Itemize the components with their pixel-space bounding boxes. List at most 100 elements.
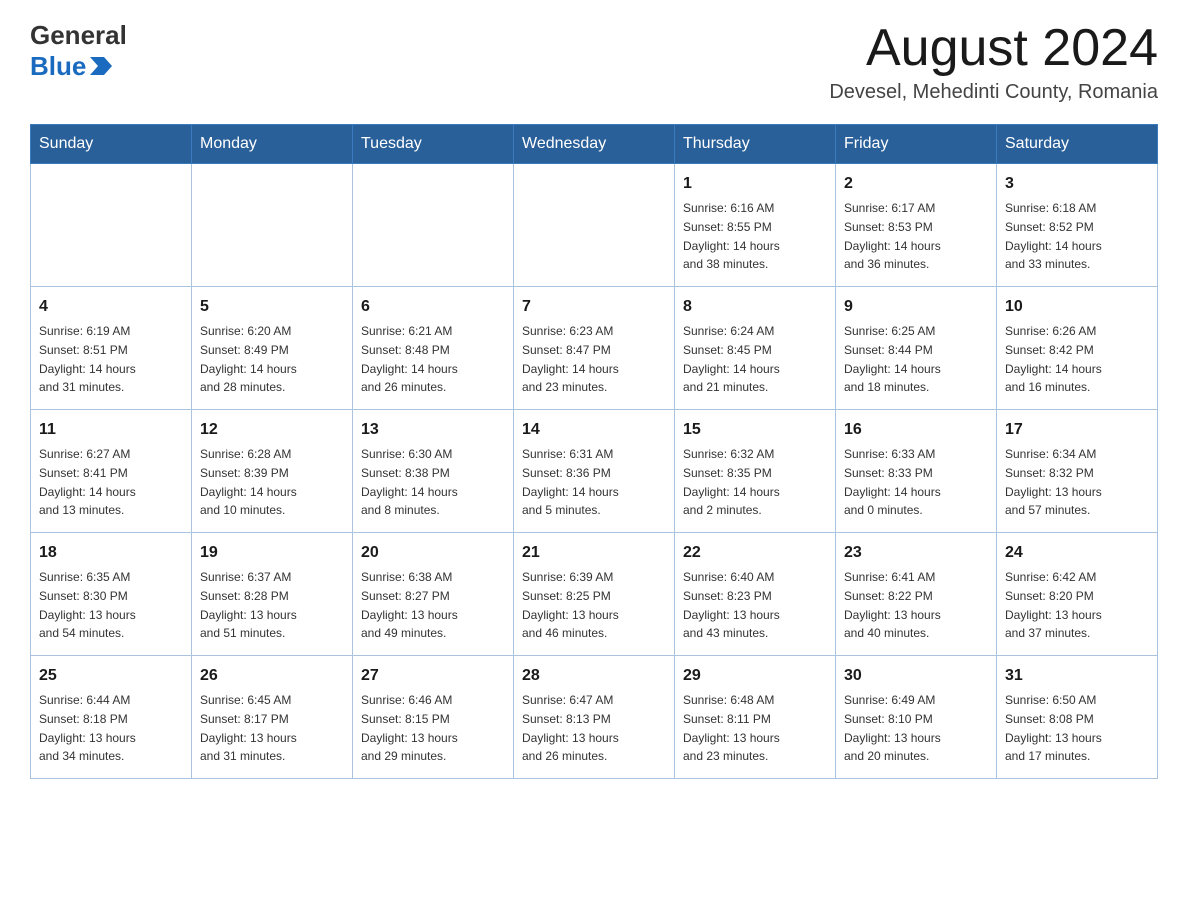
- calendar-header-row: SundayMondayTuesdayWednesdayThursdayFrid…: [31, 125, 1158, 164]
- calendar-cell: 21Sunrise: 6:39 AM Sunset: 8:25 PM Dayli…: [514, 533, 675, 656]
- calendar-week-row: 4Sunrise: 6:19 AM Sunset: 8:51 PM Daylig…: [31, 287, 1158, 410]
- day-number: 11: [39, 418, 183, 442]
- day-info: Sunrise: 6:35 AM Sunset: 8:30 PM Dayligh…: [39, 570, 136, 640]
- calendar-day-header: Saturday: [997, 125, 1158, 164]
- calendar-cell: 2 Sunrise: 6:17 AM Sunset: 8:53 PM Daylig…: [836, 164, 997, 287]
- calendar-day-header: Monday: [192, 125, 353, 164]
- day-info: Sunrise: 6:34 AM Sunset: 8:32 PM Dayligh…: [1005, 447, 1102, 517]
- calendar-cell: 1 Sunrise: 6:16 AM Sunset: 8:55 PM Daylig…: [675, 164, 836, 287]
- day-info: Sunrise: 6:38 AM Sunset: 8:27 PM Dayligh…: [361, 570, 458, 640]
- calendar-cell: 12 Sunrise: 6:28 AM Sunset: 8:39 PM Dayli…: [192, 410, 353, 533]
- calendar-cell: 9Sunrise: 6:25 AM Sunset: 8:44 PM Daylig…: [836, 287, 997, 410]
- calendar-cell: 30 Sunrise: 6:49 AM Sunset: 8:10 PM Dayli…: [836, 656, 997, 779]
- day-number: 26: [200, 664, 344, 688]
- calendar-cell: [192, 164, 353, 287]
- calendar-cell: 11Sunrise: 6:27 AM Sunset: 8:41 PM Dayli…: [31, 410, 192, 533]
- day-number: 24: [1005, 541, 1149, 565]
- day-info: Sunrise: 6:23 AM Sunset: 8:47 PM Dayligh…: [522, 324, 619, 394]
- calendar-day-header: Sunday: [31, 125, 192, 164]
- calendar-cell: 27 Sunrise: 6:46 AM Sunset: 8:15 PM Dayli…: [353, 656, 514, 779]
- calendar-cell: 24 Sunrise: 6:42 AM Sunset: 8:20 PM Dayli…: [997, 533, 1158, 656]
- day-info: Sunrise: 6:39 AM Sunset: 8:25 PM Dayligh…: [522, 570, 619, 640]
- day-info: Sunrise: 6:30 AM Sunset: 8:38 PM Dayligh…: [361, 447, 458, 517]
- day-info: Sunrise: 6:20 AM Sunset: 8:49 PM Dayligh…: [200, 324, 297, 394]
- calendar-cell: 10 Sunrise: 6:26 AM Sunset: 8:42 PM Dayli…: [997, 287, 1158, 410]
- day-number: 16: [844, 418, 988, 442]
- day-info: Sunrise: 6:19 AM Sunset: 8:51 PM Dayligh…: [39, 324, 136, 394]
- day-number: 23: [844, 541, 988, 565]
- calendar-week-row: 18Sunrise: 6:35 AM Sunset: 8:30 PM Dayli…: [31, 533, 1158, 656]
- day-number: 10: [1005, 295, 1149, 319]
- day-number: 31: [1005, 664, 1149, 688]
- calendar-cell: 3 Sunrise: 6:18 AM Sunset: 8:52 PM Daylig…: [997, 164, 1158, 287]
- logo-general-text: General: [30, 20, 127, 51]
- calendar-table: SundayMondayTuesdayWednesdayThursdayFrid…: [30, 124, 1158, 779]
- day-number: 30: [844, 664, 988, 688]
- calendar-cell: 18Sunrise: 6:35 AM Sunset: 8:30 PM Dayli…: [31, 533, 192, 656]
- day-number: 1: [683, 172, 827, 196]
- day-info: Sunrise: 6:44 AM Sunset: 8:18 PM Dayligh…: [39, 693, 136, 763]
- calendar-cell: 15Sunrise: 6:32 AM Sunset: 8:35 PM Dayli…: [675, 410, 836, 533]
- location-text: Devesel, Mehedinti County, Romania: [829, 81, 1158, 104]
- day-number: 25: [39, 664, 183, 688]
- day-number: 22: [683, 541, 827, 565]
- day-info: Sunrise: 6:33 AM Sunset: 8:33 PM Dayligh…: [844, 447, 941, 517]
- calendar-cell: 20Sunrise: 6:38 AM Sunset: 8:27 PM Dayli…: [353, 533, 514, 656]
- day-number: 19: [200, 541, 344, 565]
- day-info: Sunrise: 6:17 AM Sunset: 8:53 PM Dayligh…: [844, 201, 941, 271]
- title-section: August 2024 Devesel, Mehedinti County, R…: [829, 20, 1158, 104]
- day-info: Sunrise: 6:40 AM Sunset: 8:23 PM Dayligh…: [683, 570, 780, 640]
- calendar-cell: 23 Sunrise: 6:41 AM Sunset: 8:22 PM Dayli…: [836, 533, 997, 656]
- day-number: 27: [361, 664, 505, 688]
- day-info: Sunrise: 6:42 AM Sunset: 8:20 PM Dayligh…: [1005, 570, 1102, 640]
- calendar-cell: 14 Sunrise: 6:31 AM Sunset: 8:36 PM Dayli…: [514, 410, 675, 533]
- day-info: Sunrise: 6:26 AM Sunset: 8:42 PM Dayligh…: [1005, 324, 1102, 394]
- day-info: Sunrise: 6:50 AM Sunset: 8:08 PM Dayligh…: [1005, 693, 1102, 763]
- day-info: Sunrise: 6:32 AM Sunset: 8:35 PM Dayligh…: [683, 447, 780, 517]
- day-number: 6: [361, 295, 505, 319]
- day-info: Sunrise: 6:37 AM Sunset: 8:28 PM Dayligh…: [200, 570, 297, 640]
- calendar-day-header: Friday: [836, 125, 997, 164]
- day-number: 12: [200, 418, 344, 442]
- calendar-cell: 19 Sunrise: 6:37 AM Sunset: 8:28 PM Dayli…: [192, 533, 353, 656]
- day-number: 14: [522, 418, 666, 442]
- calendar-cell: 25 Sunrise: 6:44 AM Sunset: 8:18 PM Dayli…: [31, 656, 192, 779]
- calendar-week-row: 25 Sunrise: 6:44 AM Sunset: 8:18 PM Dayli…: [31, 656, 1158, 779]
- page-header: General Blue August 2024 Devesel, Mehedi…: [30, 20, 1158, 104]
- calendar-cell: 8Sunrise: 6:24 AM Sunset: 8:45 PM Daylig…: [675, 287, 836, 410]
- calendar-cell: 22 Sunrise: 6:40 AM Sunset: 8:23 PM Dayli…: [675, 533, 836, 656]
- day-info: Sunrise: 6:41 AM Sunset: 8:22 PM Dayligh…: [844, 570, 941, 640]
- calendar-cell: 16 Sunrise: 6:33 AM Sunset: 8:33 PM Dayli…: [836, 410, 997, 533]
- calendar-day-header: Tuesday: [353, 125, 514, 164]
- day-number: 28: [522, 664, 666, 688]
- day-number: 2: [844, 172, 988, 196]
- day-info: Sunrise: 6:21 AM Sunset: 8:48 PM Dayligh…: [361, 324, 458, 394]
- calendar-cell: 31 Sunrise: 6:50 AM Sunset: 8:08 PM Dayli…: [997, 656, 1158, 779]
- day-info: Sunrise: 6:47 AM Sunset: 8:13 PM Dayligh…: [522, 693, 619, 763]
- calendar-cell: 5 Sunrise: 6:20 AM Sunset: 8:49 PM Daylig…: [192, 287, 353, 410]
- calendar-cell: 7Sunrise: 6:23 AM Sunset: 8:47 PM Daylig…: [514, 287, 675, 410]
- calendar-week-row: 11Sunrise: 6:27 AM Sunset: 8:41 PM Dayli…: [31, 410, 1158, 533]
- day-info: Sunrise: 6:31 AM Sunset: 8:36 PM Dayligh…: [522, 447, 619, 517]
- day-number: 9: [844, 295, 988, 319]
- day-number: 13: [361, 418, 505, 442]
- day-info: Sunrise: 6:49 AM Sunset: 8:10 PM Dayligh…: [844, 693, 941, 763]
- day-number: 5: [200, 295, 344, 319]
- calendar-cell: 29Sunrise: 6:48 AM Sunset: 8:11 PM Dayli…: [675, 656, 836, 779]
- calendar-day-header: Thursday: [675, 125, 836, 164]
- calendar-cell: 26Sunrise: 6:45 AM Sunset: 8:17 PM Dayli…: [192, 656, 353, 779]
- day-info: Sunrise: 6:46 AM Sunset: 8:15 PM Dayligh…: [361, 693, 458, 763]
- calendar-cell: 4Sunrise: 6:19 AM Sunset: 8:51 PM Daylig…: [31, 287, 192, 410]
- logo: General Blue: [30, 20, 127, 82]
- logo-blue-text: Blue: [30, 51, 127, 82]
- day-number: 3: [1005, 172, 1149, 196]
- day-info: Sunrise: 6:18 AM Sunset: 8:52 PM Dayligh…: [1005, 201, 1102, 271]
- day-number: 29: [683, 664, 827, 688]
- calendar-cell: 13 Sunrise: 6:30 AM Sunset: 8:38 PM Dayli…: [353, 410, 514, 533]
- day-number: 17: [1005, 418, 1149, 442]
- day-info: Sunrise: 6:16 AM Sunset: 8:55 PM Dayligh…: [683, 201, 780, 271]
- calendar-cell: 28 Sunrise: 6:47 AM Sunset: 8:13 PM Dayli…: [514, 656, 675, 779]
- month-title: August 2024: [829, 20, 1158, 77]
- day-info: Sunrise: 6:28 AM Sunset: 8:39 PM Dayligh…: [200, 447, 297, 517]
- logo-arrow-icon: [90, 57, 112, 75]
